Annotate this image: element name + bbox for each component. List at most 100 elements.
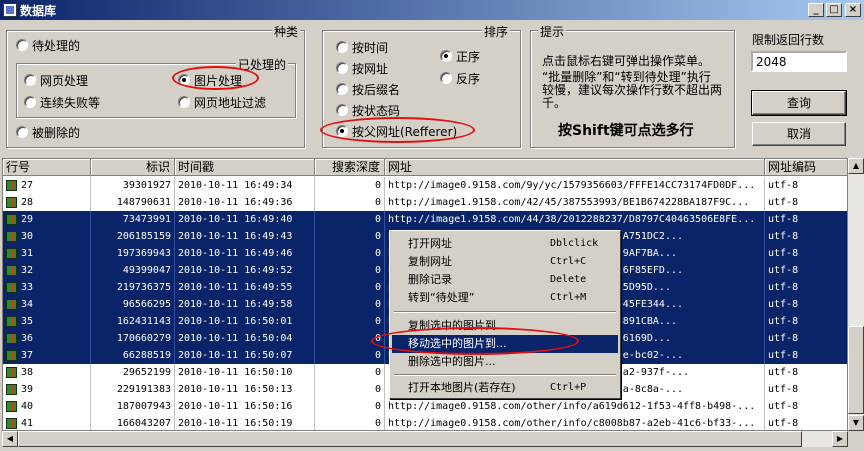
- cell-id: 206185159: [91, 228, 175, 245]
- radio-label: 按时间: [352, 40, 389, 55]
- minimize-button[interactable]: _: [808, 3, 824, 17]
- cell-row-no: 38: [3, 364, 91, 381]
- menu-item-open-local-image[interactable]: 打开本地图片(若存在) Ctrl+P: [392, 379, 618, 397]
- table-row[interactable]: 40 187007943 2010-10-11 16:50:16 0 http://im…: [3, 398, 847, 415]
- menu-item-delete-images[interactable]: 删除选中的图片...: [392, 353, 618, 371]
- radio-dot: [16, 39, 28, 51]
- query-button[interactable]: 查询: [751, 90, 847, 116]
- table-row[interactable]: 41 166043207 2010-10-11 16:50:19 0 http://im…: [3, 415, 847, 430]
- limit-label: 限制返回行数: [752, 33, 825, 47]
- radio-dot: [336, 62, 348, 74]
- scroll-thumb[interactable]: [848, 326, 864, 414]
- menu-item-copy-url[interactable]: 复制网址 Ctrl+C: [392, 253, 618, 271]
- radio-desc[interactable]: 反序: [440, 70, 480, 86]
- close-button[interactable]: ×: [845, 3, 861, 17]
- cell-id: 66288519: [91, 347, 175, 364]
- radio-url-filter[interactable]: 网页地址过滤: [178, 94, 266, 110]
- cell-row-no: 37: [3, 347, 91, 364]
- cell-row-no: 29: [3, 211, 91, 228]
- limit-input[interactable]: [751, 51, 847, 72]
- radio-broken[interactable]: 连续失败等: [24, 94, 100, 110]
- scroll-up-icon[interactable]: ▲: [848, 158, 864, 174]
- cell-encoding: utf-8: [765, 330, 847, 347]
- cell-row-no: 41: [3, 415, 91, 430]
- cell-encoding: utf-8: [765, 211, 847, 228]
- radio-by-suffix[interactable]: 按后缀名: [336, 81, 400, 97]
- cell-depth: 0: [315, 415, 385, 430]
- menu-item-shortcut: Dblclick: [550, 238, 599, 249]
- scroll-left-icon[interactable]: ◀: [2, 431, 18, 447]
- scroll-right-icon[interactable]: ▶: [832, 431, 848, 447]
- cell-encoding: utf-8: [765, 245, 847, 262]
- col-header-encoding[interactable]: 网址编码: [765, 159, 847, 176]
- tip-text-1: 点击鼠标右键可弹出操作菜单。: [542, 54, 711, 68]
- menu-item-label: 删除记录: [408, 273, 452, 286]
- cell-id: 170660279: [91, 330, 175, 347]
- col-header-url[interactable]: 网址: [385, 159, 765, 176]
- cell-encoding: utf-8: [765, 381, 847, 398]
- radio-pending[interactable]: 待处理的: [16, 37, 80, 53]
- cancel-button[interactable]: 取消: [752, 122, 846, 146]
- cell-timestamp: 2010-10-11 16:49:46: [175, 245, 315, 262]
- cell-encoding: utf-8: [765, 347, 847, 364]
- cell-id: 162431143: [91, 313, 175, 330]
- cell-url: http://image0.9158.com/other/info/a619d6…: [385, 398, 765, 415]
- cell-depth: 0: [315, 211, 385, 228]
- size-grip: [848, 431, 864, 447]
- cell-depth: 0: [315, 228, 385, 245]
- scroll-down-icon[interactable]: ▼: [848, 415, 864, 431]
- radio-by-time[interactable]: 按时间: [336, 39, 388, 55]
- radio-web[interactable]: 网页处理: [24, 72, 88, 88]
- cell-encoding: utf-8: [765, 364, 847, 381]
- cell-timestamp: 2010-10-11 16:50:16: [175, 398, 315, 415]
- cell-depth: 0: [315, 398, 385, 415]
- cell-id: 187007943: [91, 398, 175, 415]
- menu-item-move-to-pending[interactable]: 转到“待处理” Ctrl+M: [392, 289, 618, 307]
- col-header-timestamp[interactable]: 时间戳: [175, 159, 315, 176]
- maximize-button[interactable]: □: [826, 3, 842, 17]
- cell-id: 219736375: [91, 279, 175, 296]
- radio-dot: [24, 74, 36, 86]
- highlight-annotation: [172, 66, 259, 90]
- menu-item-open-url[interactable]: 打开网址 Dblclick: [392, 235, 618, 253]
- menu-item-delete-record[interactable]: 删除记录 Delete: [392, 271, 618, 289]
- menu-item-label: 复制网址: [408, 255, 452, 268]
- cell-depth: 0: [315, 245, 385, 262]
- radio-dot: [336, 41, 348, 53]
- menu-separator: [394, 311, 616, 313]
- table-row[interactable]: 29 73473991 2010-10-11 16:49:40 0 http://ima…: [3, 211, 847, 228]
- radio-dot: [336, 104, 348, 116]
- cell-depth: 0: [315, 194, 385, 211]
- cell-id: 49399047: [91, 262, 175, 279]
- horizontal-scrollbar[interactable]: ◀ ▶: [2, 431, 848, 447]
- cell-row-no: 35: [3, 313, 91, 330]
- col-header-id[interactable]: 标识: [91, 159, 175, 176]
- cell-timestamp: 2010-10-11 16:49:52: [175, 262, 315, 279]
- menu-item-label: 删除选中的图片...: [408, 355, 496, 368]
- col-header-row-no[interactable]: 行号: [3, 159, 91, 176]
- cell-id: 96566295: [91, 296, 175, 313]
- cell-row-no: 31: [3, 245, 91, 262]
- menu-item-shortcut: Ctrl+C: [550, 256, 587, 267]
- cell-depth: 0: [315, 381, 385, 398]
- cell-row-no: 32: [3, 262, 91, 279]
- radio-by-url[interactable]: 按网址: [336, 60, 388, 76]
- cell-id: 29652199: [91, 364, 175, 381]
- vertical-scrollbar[interactable]: ▲ ▼: [848, 158, 864, 431]
- cell-row-no: 39: [3, 381, 91, 398]
- radio-by-status[interactable]: 按状态码: [336, 102, 400, 118]
- radio-label: 按后缀名: [352, 82, 401, 97]
- table-row[interactable]: 27 39301927 2010-10-11 16:49:34 0 http://ima…: [3, 177, 847, 194]
- radio-deleted[interactable]: 被删除的: [16, 124, 80, 140]
- radio-dot: [16, 126, 28, 138]
- cell-url: http://image1.9158.com/42/45/387553993/B…: [385, 194, 765, 211]
- cell-row-no: 28: [3, 194, 91, 211]
- radio-asc[interactable]: 正序: [440, 48, 480, 64]
- radio-label: 反序: [456, 71, 481, 86]
- table-row[interactable]: 28 148790631 2010-10-11 16:49:36 0 http://im…: [3, 194, 847, 211]
- col-header-depth[interactable]: 搜索深度: [315, 159, 385, 176]
- radio-dot: [24, 96, 36, 108]
- cell-row-no: 40: [3, 398, 91, 415]
- radio-label: 按网址: [352, 61, 389, 76]
- scroll-thumb[interactable]: [18, 431, 802, 447]
